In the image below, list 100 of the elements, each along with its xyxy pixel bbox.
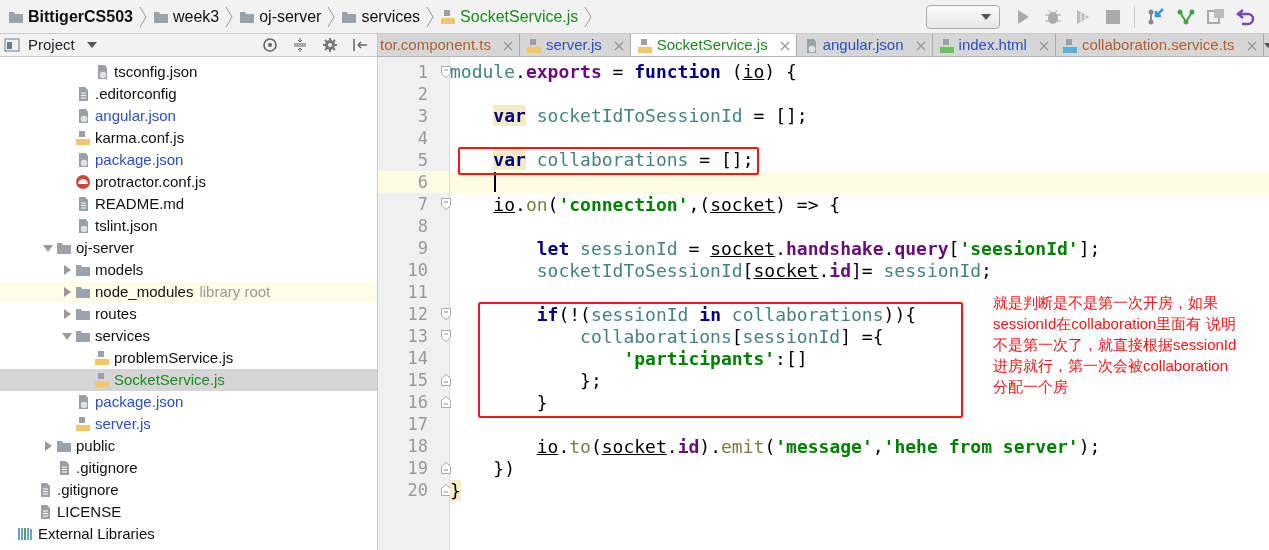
settings-icon[interactable] bbox=[322, 37, 338, 53]
close-icon[interactable] bbox=[1246, 40, 1257, 51]
tree-item[interactable]: package.json bbox=[95, 148, 184, 172]
collapse-arrow-icon[interactable] bbox=[61, 309, 72, 319]
tree-item[interactable]: .gitignore bbox=[57, 478, 119, 502]
tree-item[interactable]: External Libraries bbox=[38, 522, 155, 546]
collapse-arrow-icon[interactable] bbox=[61, 265, 72, 275]
caret-icon bbox=[981, 13, 991, 20]
fold-icon[interactable] bbox=[441, 374, 451, 386]
fold-icon[interactable] bbox=[441, 396, 451, 408]
tree-item[interactable]: node_modules bbox=[95, 280, 194, 304]
fold-icon[interactable] bbox=[441, 462, 451, 474]
run-configuration-dropdown[interactable] bbox=[926, 4, 1000, 29]
text-cursor bbox=[494, 172, 496, 192]
close-icon[interactable] bbox=[613, 40, 624, 51]
tree-item[interactable]: angular.json bbox=[95, 104, 176, 128]
chevron-icon bbox=[327, 5, 336, 28]
collapse-arrow-icon[interactable] bbox=[42, 441, 53, 451]
line-number: 10 bbox=[406, 259, 429, 281]
breadcrumb-item[interactable]: oj-server bbox=[259, 4, 322, 29]
line-number: 3 bbox=[416, 105, 429, 127]
code-line: io.to(socket.id).emit('message','hehe from server'); bbox=[535, 436, 1101, 458]
code-line: socketIdToSessionId[socket.id]= sessionId; bbox=[535, 260, 992, 282]
compare-icon[interactable] bbox=[1206, 6, 1226, 27]
tree-item[interactable]: karma.conf.js bbox=[95, 126, 185, 150]
project-icon bbox=[4, 37, 20, 53]
tree-item[interactable]: models bbox=[95, 258, 144, 282]
revert-icon[interactable] bbox=[1236, 6, 1256, 27]
code-line: collaborations[sessionId] ={ bbox=[579, 326, 884, 348]
tree-item[interactable]: protractor.conf.js bbox=[95, 170, 206, 194]
line-number: 15 bbox=[406, 369, 429, 391]
tree-item[interactable]: services bbox=[95, 324, 150, 348]
folder-icon bbox=[75, 306, 91, 322]
folder-icon bbox=[75, 328, 91, 344]
tree-item[interactable]: README.md bbox=[95, 192, 185, 216]
library-root-label: library root bbox=[199, 281, 271, 302]
line-number: 6 bbox=[416, 171, 429, 193]
line-number: 2 bbox=[416, 83, 429, 105]
caret-icon[interactable] bbox=[86, 42, 97, 48]
collapse-all-icon[interactable] bbox=[292, 37, 308, 53]
line-number: 14 bbox=[406, 347, 429, 369]
fold-icon[interactable] bbox=[441, 66, 451, 78]
html-file-icon bbox=[938, 37, 955, 54]
code-line: io.on('connection',(socket) => { bbox=[492, 194, 841, 216]
line-number: 17 bbox=[406, 413, 429, 435]
code-line: module.exports = function (io) { bbox=[450, 61, 797, 83]
line-number: 13 bbox=[406, 325, 429, 347]
caret-icon[interactable] bbox=[1263, 42, 1269, 48]
line-number: 11 bbox=[406, 281, 429, 303]
tree-item[interactable]: routes bbox=[95, 302, 137, 326]
folder-icon bbox=[75, 284, 91, 300]
breadcrumb-item[interactable]: SocketService.js bbox=[460, 4, 579, 29]
line-number: 12 bbox=[406, 303, 429, 325]
code-line: }; bbox=[579, 370, 602, 392]
collapse-arrow-icon[interactable] bbox=[61, 287, 72, 297]
line-number: 16 bbox=[406, 391, 429, 413]
tree-item[interactable]: LICENSE bbox=[57, 500, 122, 524]
fold-icon[interactable] bbox=[441, 330, 451, 342]
tree-item[interactable]: .gitignore bbox=[76, 456, 138, 480]
js-file-icon bbox=[636, 37, 653, 54]
close-icon[interactable] bbox=[1038, 40, 1049, 51]
js-file-icon bbox=[440, 8, 457, 25]
expand-arrow-icon[interactable] bbox=[42, 243, 53, 253]
tree-item[interactable]: problemService.js bbox=[114, 346, 234, 370]
chevron-icon bbox=[426, 5, 435, 28]
panel-title[interactable]: Project bbox=[28, 34, 75, 57]
line-number: 8 bbox=[416, 215, 429, 237]
tree-item[interactable]: tsconfig.json bbox=[114, 60, 198, 84]
vcs-update-icon[interactable] bbox=[1146, 6, 1166, 27]
breadcrumb-item[interactable]: BittigerCS503 bbox=[28, 4, 133, 29]
tree-item[interactable]: oj-server bbox=[76, 236, 135, 260]
close-icon[interactable] bbox=[502, 40, 513, 51]
line-number: 9 bbox=[416, 237, 429, 259]
folder-icon bbox=[56, 240, 72, 256]
expand-arrow-icon[interactable] bbox=[61, 331, 72, 341]
close-icon[interactable] bbox=[915, 40, 926, 51]
fold-icon[interactable] bbox=[441, 308, 451, 320]
editor-tab[interactable]: SocketService.js bbox=[630, 34, 797, 56]
line-number: 5 bbox=[416, 149, 429, 171]
fold-icon[interactable] bbox=[441, 198, 451, 210]
close-icon[interactable] bbox=[779, 40, 790, 51]
ts-file-icon bbox=[1061, 37, 1078, 54]
locate-icon[interactable] bbox=[262, 37, 278, 53]
line-number: 19 bbox=[406, 457, 429, 479]
breadcrumb-item[interactable]: week3 bbox=[172, 4, 220, 29]
tree-item[interactable]: tslint.json bbox=[95, 214, 158, 238]
protractor-icon bbox=[75, 174, 91, 190]
line-number: 18 bbox=[406, 435, 429, 457]
tree-item[interactable]: public bbox=[76, 434, 116, 458]
libraries-icon bbox=[18, 526, 34, 542]
line-number: 7 bbox=[416, 193, 429, 215]
hide-panel-icon[interactable] bbox=[352, 37, 368, 53]
tree-item[interactable]: .editorconfig bbox=[95, 82, 177, 106]
tree-item[interactable]: package.json bbox=[95, 390, 184, 414]
tree-item[interactable]: server.js bbox=[95, 412, 151, 436]
code-line: }) bbox=[492, 458, 516, 480]
breadcrumb-item[interactable]: services bbox=[361, 4, 421, 29]
js-file-icon bbox=[75, 130, 91, 146]
js-file-icon bbox=[94, 350, 110, 366]
annotation-note: 就是判断是不是第一次开房，如果sessionId在collaboration里面有 说明不是第一次了，就直接根据sessionId进房就行，第一次会被collaboration分配一个房 bbox=[993, 293, 1238, 397]
